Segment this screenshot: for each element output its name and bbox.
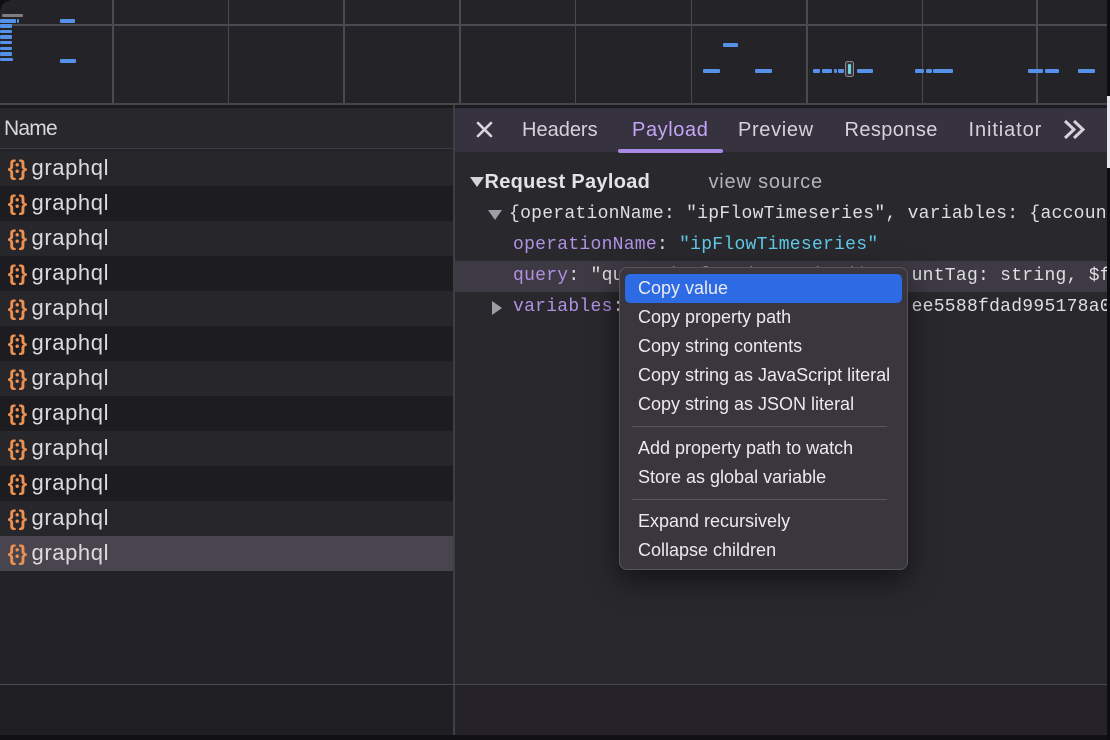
svg-text:{: { xyxy=(8,261,17,286)
svg-text:}: } xyxy=(18,156,27,181)
svg-text:{: { xyxy=(8,541,17,566)
svg-text:}: } xyxy=(18,436,27,461)
svg-text:{: { xyxy=(8,401,17,426)
svg-text:}: } xyxy=(18,366,27,391)
svg-text:}: } xyxy=(18,331,27,356)
svg-text:{: { xyxy=(8,436,17,461)
svg-text:{: { xyxy=(8,226,17,251)
svg-text:}: } xyxy=(18,296,27,321)
svg-text:{: { xyxy=(8,191,17,216)
svg-text:{: { xyxy=(8,331,17,356)
svg-text:}: } xyxy=(18,191,27,216)
svg-text:{: { xyxy=(8,506,17,531)
svg-text:{: { xyxy=(8,296,17,321)
svg-text:{: { xyxy=(8,471,17,496)
svg-text:}: } xyxy=(18,226,27,251)
svg-text:}: } xyxy=(18,261,27,286)
svg-text:{: { xyxy=(8,366,17,391)
svg-text:}: } xyxy=(18,471,27,496)
svg-text:{: { xyxy=(8,156,17,181)
svg-text:}: } xyxy=(18,506,27,531)
svg-text:}: } xyxy=(18,541,27,566)
svg-text:}: } xyxy=(18,401,27,426)
